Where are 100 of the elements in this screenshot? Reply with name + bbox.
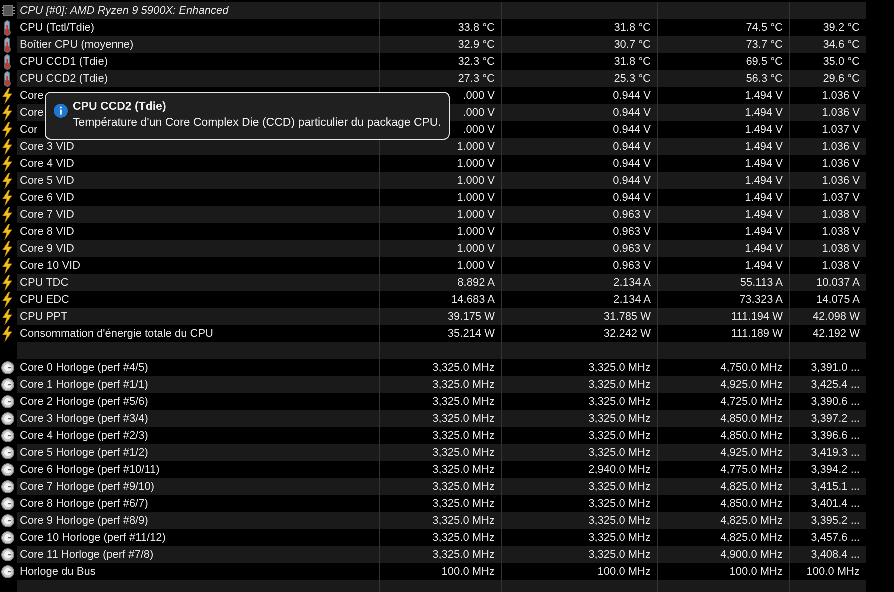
sensor-label: Core 1 Horloge (perf #1/1) <box>20 378 148 390</box>
sensor-value: 42.098 W <box>812 310 860 322</box>
sensor-value: 1.000 V <box>457 192 495 204</box>
sensor-value: .000 V <box>463 106 495 118</box>
sensor-label: Core 10 Horloge (perf #11/12) <box>20 532 166 544</box>
sensor-value: 3,325.0 MHz <box>432 412 495 424</box>
sensor-value: 3,325.0 MHz <box>588 514 651 526</box>
sensor-value: 29.6 °C <box>823 72 860 84</box>
sensor-value: 0.963 V <box>613 208 651 220</box>
sensor-label: Core 4 VID <box>20 158 74 170</box>
sensor-value: 3,325.0 MHz <box>588 378 651 390</box>
sensor-label: Core 9 VID <box>20 242 74 254</box>
sensor-label: CPU EDC <box>20 294 70 306</box>
sensor-value: 31.8 °C <box>614 22 651 34</box>
sensor-value: 3,397.2 ... <box>811 412 860 424</box>
sensor-value: 1.494 V <box>745 242 783 254</box>
sensor-value: 14.075 A <box>816 294 860 306</box>
sensor-label: Core 6 Horloge (perf #10/11) <box>20 464 160 476</box>
sensor-value: 1.038 V <box>822 208 860 220</box>
sensor-label: Core 8 VID <box>20 226 74 238</box>
sensor-value: 4,750.0 MHz <box>720 362 783 374</box>
sensor-label: Core 4 Horloge (perf #2/3) <box>20 430 148 442</box>
sensor-value: 1.038 V <box>822 242 860 254</box>
sensor-value: 3,325.0 MHz <box>588 446 651 458</box>
sensor-label: Core 0 Horloge (perf #4/5) <box>20 362 148 374</box>
sensor-value: 0.944 V <box>613 174 651 186</box>
sensor-value: 34.6 °C <box>823 38 860 50</box>
sensor-value: 1.036 V <box>822 158 860 170</box>
sensor-label: CPU TDC <box>20 276 69 288</box>
sensor-value: 3,325.0 MHz <box>432 498 495 510</box>
sensor-value: 0.944 V <box>613 140 651 152</box>
sensor-value: 1.036 V <box>822 174 860 186</box>
sensor-value: 3,325.0 MHz <box>588 548 651 560</box>
sensor-label: Core 5 Horloge (perf #1/2) <box>20 446 148 458</box>
sensor-value: 3,395.2 ... <box>811 514 860 526</box>
sensor-value: 1.494 V <box>745 174 783 186</box>
sensor-value: 73.7 °C <box>746 38 783 50</box>
sensor-label: Core 8 Horloge (perf #6/7) <box>20 498 148 510</box>
sensor-value: 0.944 V <box>613 90 651 102</box>
sensor-value: 3,396.6 ... <box>811 430 860 442</box>
sensor-value: 0.944 V <box>613 106 651 118</box>
sensor-value: 1.494 V <box>745 208 783 220</box>
sensor-value: 3,325.0 MHz <box>432 464 495 476</box>
sensor-value: 1.000 V <box>457 140 495 152</box>
sensor-value: 3,325.0 MHz <box>432 514 495 526</box>
sensor-value: 3,325.0 MHz <box>588 396 651 408</box>
sensor-value: 3,419.3 ... <box>811 446 860 458</box>
sensor-value: 4,725.0 MHz <box>720 396 783 408</box>
group-title: CPU [#0]: AMD Ryzen 9 5900X: Enhanced <box>20 4 229 16</box>
sensor-value: 35.0 °C <box>823 56 860 68</box>
sensor-value: 3,325.0 MHz <box>432 378 495 390</box>
sensor-value: 74.5 °C <box>746 22 783 34</box>
sensor-value: 39.175 W <box>448 310 495 322</box>
sensor-value: 14.683 A <box>452 294 495 306</box>
sensor-value: 100.0 MHz <box>806 566 860 578</box>
sensor-value: 100.0 MHz <box>598 566 651 578</box>
sensor-label: Core 3 Horloge (perf #3/4) <box>20 412 148 424</box>
sensor-value: 31.8 °C <box>614 56 651 68</box>
sensor-value: 3,391.0 ... <box>811 362 860 374</box>
sensor-value: 4,825.0 MHz <box>720 514 783 526</box>
sensor-value: 0.963 V <box>613 226 651 238</box>
sensor-value: 3,325.0 MHz <box>432 362 495 374</box>
sensor-value: 1.000 V <box>457 174 495 186</box>
sensor-value: 0.944 V <box>613 158 651 170</box>
sensor-value: 1.000 V <box>457 260 495 272</box>
sensor-label: CPU CCD2 (Tdie) <box>20 72 108 84</box>
sensor-value: 1.494 V <box>745 226 783 238</box>
sensor-value: 4,900.0 MHz <box>720 548 783 560</box>
sensor-value: 1.494 V <box>745 106 783 118</box>
sensor-value: 111.189 W <box>731 328 783 340</box>
sensor-value: 35.214 W <box>448 328 495 340</box>
sensor-label: Core 7 Horloge (perf #9/10) <box>20 480 155 492</box>
sensor-label: CPU PPT <box>20 310 68 322</box>
sensor-label: Consommation d'énergie totale du CPU <box>20 328 214 340</box>
sensor-value: 27.3 °C <box>458 72 495 84</box>
sensor-value: 0.963 V <box>613 260 651 272</box>
sensor-value: 1.494 V <box>745 140 783 152</box>
tooltip-title: CPU CCD2 (Tdie) <box>73 100 168 115</box>
sensor-value: 3,325.0 MHz <box>432 480 495 492</box>
sensor-label: Core 7 VID <box>20 208 74 220</box>
sensor-value: 1.038 V <box>822 260 860 272</box>
sensor-label: Boîtier CPU (moyenne) <box>20 38 134 50</box>
sensor-value: 2.134 A <box>614 294 651 306</box>
sensor-value: 1.036 V <box>822 140 860 152</box>
sensor-value: 3,457.6 ... <box>811 532 860 544</box>
sensor-value: 3,325.0 MHz <box>432 548 495 560</box>
sensor-label: Core 3 VID <box>20 140 74 152</box>
sensor-value: 3,325.0 MHz <box>432 446 495 458</box>
sensor-value: .000 V <box>463 124 495 136</box>
sensor-label: Core 2 Horloge (perf #5/6) <box>20 396 148 408</box>
sensor-value: 1.037 V <box>822 192 860 204</box>
sensor-value: 1.494 V <box>745 158 783 170</box>
sensor-value: 3,325.0 MHz <box>588 362 651 374</box>
sensor-value: 100.0 MHz <box>730 566 783 578</box>
sensor-value: 3,325.0 MHz <box>588 498 651 510</box>
sensor-label: Core 6 VID <box>20 192 74 204</box>
sensor-value: 8.892 A <box>458 276 495 288</box>
sensor-value: 1.036 V <box>822 90 860 102</box>
sensor-value: 32.3 °C <box>458 56 495 68</box>
sensor-label: Core 11 Horloge (perf #7/8) <box>20 548 154 560</box>
